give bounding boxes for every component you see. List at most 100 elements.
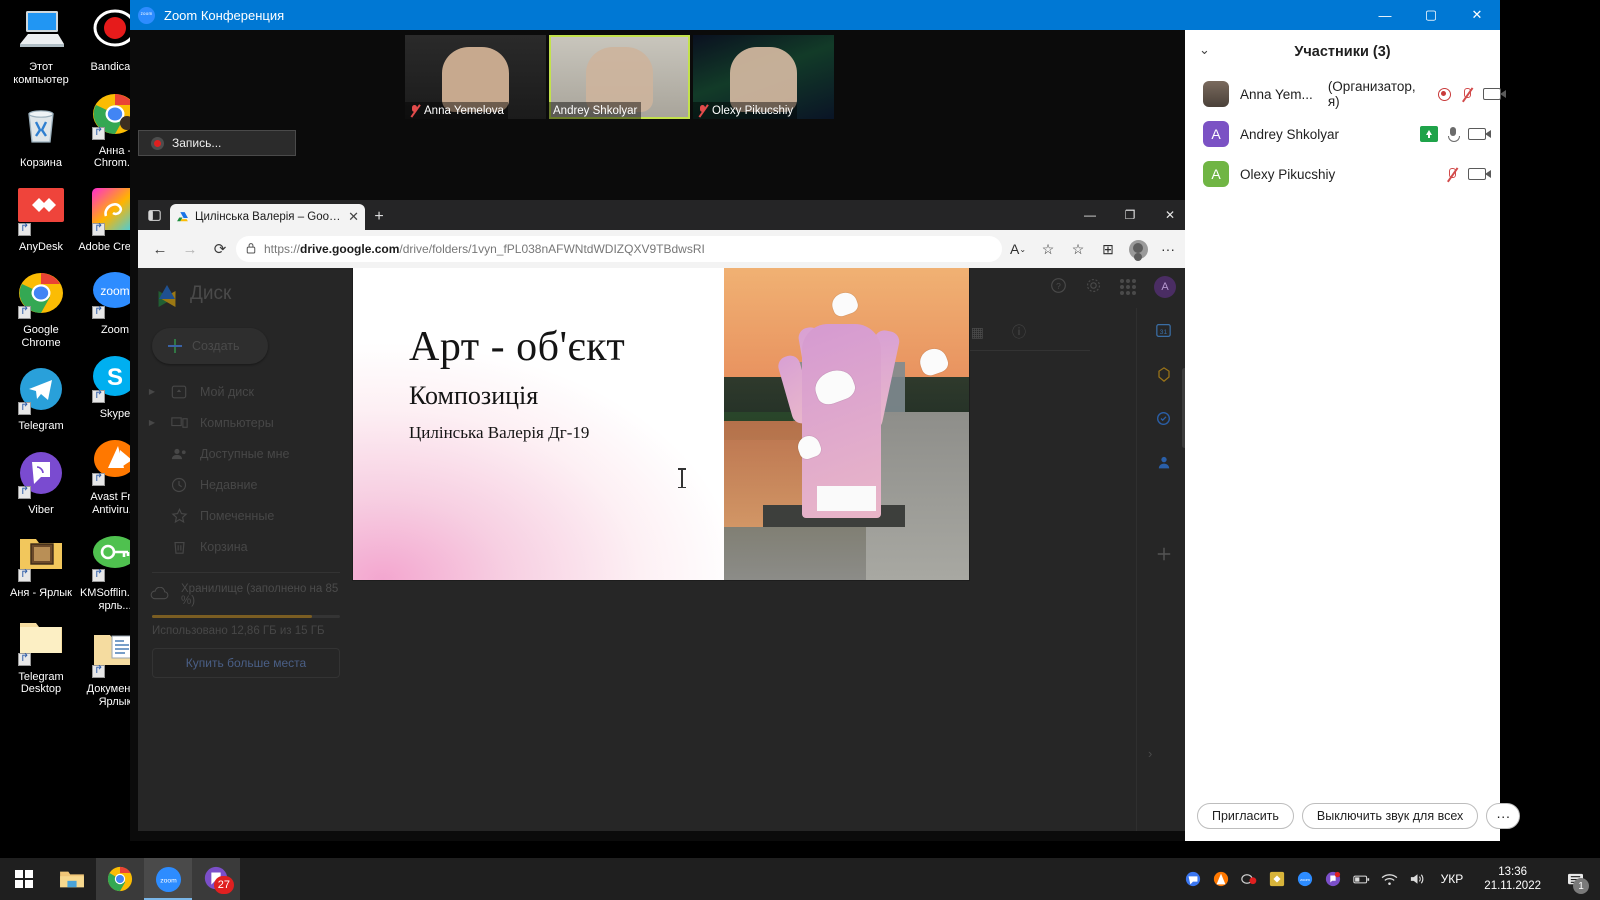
desktop-icon-viber-icon[interactable]: Viber: [4, 451, 78, 517]
raise-hand-icon[interactable]: [1420, 126, 1438, 142]
close-tab-icon[interactable]: ✕: [348, 209, 359, 225]
browser-tab[interactable]: Цилінська Валерія – Google Д... ✕: [170, 204, 365, 230]
volume-icon[interactable]: [1409, 871, 1426, 888]
file-preview-slide[interactable]: Арт - об'єкт Композиція Цилінська Валері…: [353, 268, 969, 580]
slide-subtitle: Композиція: [409, 381, 539, 410]
back-button[interactable]: ←: [146, 235, 174, 263]
chevron-right-icon[interactable]: ▶: [146, 418, 158, 427]
signal-icon[interactable]: [1185, 871, 1202, 888]
anydesk-icon: [16, 187, 66, 238]
create-button-label: Создать: [192, 339, 240, 353]
browser-tab-title: Цилінська Валерія – Google Д...: [195, 211, 343, 223]
drive-nav-item-recent[interactable]: Недавние: [138, 469, 354, 500]
settings-gear-icon[interactable]: [1085, 277, 1102, 298]
clock-date: 21.11.2022: [1484, 880, 1541, 892]
zoom-close-button[interactable]: ✕: [1454, 0, 1500, 30]
grid-view-icon[interactable]: ▦: [971, 324, 984, 341]
zoom-minimize-button[interactable]: —: [1362, 0, 1408, 30]
desktop-icon-computer-icon[interactable]: Этот компьютер: [4, 8, 78, 86]
info-icon[interactable]: ⓘ: [1012, 322, 1026, 342]
browser-restore-button[interactable]: ❐: [1110, 200, 1150, 230]
video-tile[interactable]: Anna Yemelova: [405, 35, 546, 119]
browser-window-controls: — ❐ ✕: [1070, 200, 1190, 230]
apps-grid-icon[interactable]: [1120, 279, 1136, 295]
profile-icon[interactable]: [1124, 235, 1152, 263]
more-options-button[interactable]: ···: [1486, 803, 1521, 829]
svg-text:zoom: zoom: [160, 877, 177, 884]
collections-icon[interactable]: ⊞: [1094, 235, 1122, 263]
zoom-window-title: Zoom Конференция: [164, 7, 285, 23]
desktop-icon-label: Viber: [28, 503, 54, 516]
camera-icon[interactable]: [1468, 128, 1491, 140]
wifi-icon[interactable]: [1381, 871, 1398, 888]
help-icon[interactable]: ?: [1050, 277, 1067, 298]
read-aloud-icon[interactable]: A ⌄: [1004, 235, 1032, 263]
camera-icon[interactable]: [1468, 168, 1491, 180]
preview-next-button[interactable]: ›: [1148, 746, 1152, 761]
browser-close-button[interactable]: ✕: [1150, 200, 1190, 230]
participant-status-icons: [1445, 167, 1491, 182]
windows-start-icon[interactable]: [0, 858, 48, 900]
tab-list-icon[interactable]: [138, 200, 170, 230]
settings-more-icon[interactable]: ···: [1154, 235, 1182, 263]
address-bar[interactable]: https://drive.google.com/drive/folders/1…: [236, 236, 1002, 262]
clock[interactable]: 13:36 21.11.2022: [1478, 865, 1547, 893]
add-favorite-icon[interactable]: ☆: [1034, 235, 1062, 263]
chevron-down-icon[interactable]: ⌄: [1199, 42, 1210, 58]
anydesk-icon[interactable]: [1269, 871, 1286, 888]
forward-button[interactable]: →: [176, 235, 204, 263]
calendar-icon[interactable]: 31: [1137, 308, 1190, 352]
taskbar-google-chrome[interactable]: [96, 858, 144, 900]
drive-nav-item-my-drive[interactable]: ▶ Мой диск: [138, 376, 354, 407]
mic-muted-icon[interactable]: [1460, 87, 1474, 102]
camera-icon[interactable]: [1482, 88, 1506, 100]
create-button[interactable]: Создать: [152, 328, 268, 364]
favorites-icon[interactable]: ☆: [1064, 235, 1092, 263]
chevron-right-icon[interactable]: ▶: [146, 387, 158, 396]
video-tile[interactable]: Olexy Pikucshiy: [693, 35, 834, 119]
desktop-icon-chrome-icon[interactable]: Google Chrome: [4, 271, 78, 349]
video-tile[interactable]: Andrey Shkolyar: [549, 35, 690, 119]
battery-icon[interactable]: [1353, 871, 1370, 888]
new-tab-button[interactable]: +: [365, 204, 393, 230]
taskbar-file-explorer[interactable]: [48, 858, 96, 900]
mute-all-button[interactable]: Выключить звук для всех: [1301, 803, 1479, 829]
storage-row[interactable]: Хранилище (заполнено на 85 %): [138, 573, 354, 607]
recording-indicator[interactable]: Запись...: [138, 130, 296, 156]
browser-minimize-button[interactable]: —: [1070, 200, 1110, 230]
telegram-icon: [16, 367, 66, 417]
mic-muted-icon[interactable]: [1445, 167, 1459, 182]
zoom-maximize-button[interactable]: ▢: [1408, 0, 1454, 30]
drive-nav-item-trash[interactable]: Корзина: [138, 531, 354, 562]
desktop-icon-anydesk-icon[interactable]: AnyDesk: [4, 187, 78, 254]
invite-button[interactable]: Пригласить: [1197, 803, 1294, 829]
participant-row[interactable]: Anna Yem... (Организатор, я): [1185, 74, 1506, 114]
taskbar-viber[interactable]: 27: [192, 858, 240, 900]
participant-row[interactable]: A Olexy Pikucshiy: [1185, 154, 1500, 194]
avast-icon[interactable]: [1213, 871, 1230, 888]
avatar[interactable]: A: [1154, 276, 1176, 298]
desktop-icon-telegram-icon[interactable]: Telegram: [4, 367, 78, 433]
language-indicator[interactable]: УКР: [1437, 872, 1468, 886]
mic-on-icon[interactable]: [1447, 126, 1460, 142]
desktop-icon-recycle-bin-icon[interactable]: Корзина: [4, 104, 78, 170]
viber-icon[interactable]: [1325, 871, 1342, 888]
desktop-icon-column-1: Этот компьютер Корзина AnyDesk Google Chrom…: [4, 8, 78, 714]
desktop-icon-folder-icon[interactable]: Telegram Desktop: [4, 618, 78, 696]
taskbar-zoom[interactable]: zoom: [144, 858, 192, 900]
add-icon[interactable]: [1137, 532, 1190, 576]
recycle-bin-icon: [16, 104, 66, 154]
drive-nav-item-computers[interactable]: ▶ Компьютеры: [138, 407, 354, 438]
desktop-icon-folder-picture-icon[interactable]: Аня - Ярлык: [4, 534, 78, 600]
participant-name-badge: Andrey Shkolyar: [549, 102, 642, 119]
zoom-icon[interactable]: zoom: [1297, 871, 1314, 888]
reload-button[interactable]: ⟳: [206, 235, 234, 263]
drive-nav-item-starred[interactable]: Помеченные: [138, 500, 354, 531]
notification-icon[interactable]: 1: [1558, 858, 1592, 900]
buy-storage-button[interactable]: Купить больше места: [152, 648, 340, 678]
participant-row[interactable]: A Andrey Shkolyar: [1185, 114, 1500, 154]
svg-text:?: ?: [1056, 280, 1061, 290]
drive-nav-item-shared-with-me[interactable]: Доступные мне: [138, 438, 354, 469]
participant-name: Anna Yem...: [1240, 86, 1313, 102]
bandicam-icon[interactable]: [1240, 871, 1258, 888]
